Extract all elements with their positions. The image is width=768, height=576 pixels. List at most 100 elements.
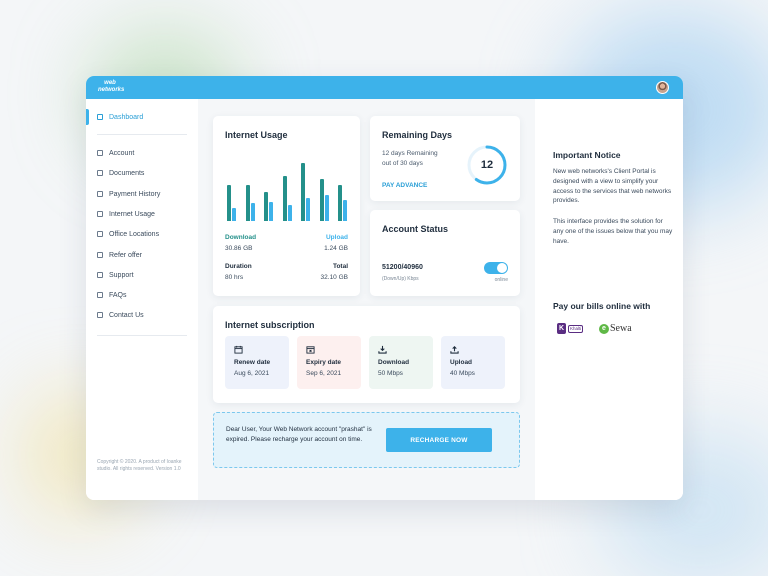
sidebar-item-documents[interactable]: Documents (97, 167, 144, 179)
expiry-date-tile: Expiry date Sep 6, 2021 (297, 336, 361, 389)
upload-icon (450, 346, 459, 354)
remaining-days-card: Remaining Days 12 days Remaining out of … (370, 116, 520, 201)
avatar[interactable] (656, 81, 669, 94)
account-icon (97, 150, 103, 156)
upload-bar (269, 201, 273, 221)
sidebar-item-payment-history[interactable]: Payment History (97, 188, 160, 200)
location-icon (97, 231, 103, 237)
card-title: Remaining Days (382, 130, 453, 140)
download-bar (245, 185, 250, 221)
days-count: 12 (480, 159, 494, 171)
sidebar-item-label: Contact Us (109, 311, 144, 319)
download-bar (301, 162, 305, 221)
refer-icon (97, 252, 103, 258)
esewa-badge: e (599, 323, 609, 334)
logo[interactable]: web networks (98, 80, 124, 95)
divider (97, 335, 187, 336)
tile-value: 40 Mbps (450, 370, 475, 377)
divider (97, 134, 187, 135)
app-window: web networks Dashboard Account Documents… (86, 76, 683, 500)
status-toggle[interactable] (484, 262, 508, 274)
card-title: Internet Usage (225, 130, 288, 140)
renew-date-tile: Renew date Aug 6, 2021 (225, 336, 289, 389)
grid-icon (97, 114, 103, 120)
subscription-card: Internet subscription Renew date Aug 6, … (213, 306, 520, 403)
sidebar-item-label: Documents (109, 169, 145, 177)
sidebar-item-label: Office Locations (109, 230, 160, 238)
speed-value: 51200/40960 (382, 264, 423, 271)
card-title: Internet subscription (225, 320, 315, 330)
internet-usage-card: Internet Usage Download 30.86 GB Upload … (213, 116, 360, 296)
sidebar-item-office-locations[interactable]: Office Locations (97, 228, 159, 240)
account-status-card: Account Status 51200/40960 (Down/Up) Kbp… (370, 210, 520, 296)
download-tile: Download 50 Mbps (369, 336, 433, 389)
sidebar-item-label: Payment History (109, 190, 161, 198)
tile-label: Expiry date (306, 359, 342, 366)
download-bar (338, 185, 342, 221)
sidebar-item-contact-us[interactable]: Contact Us (97, 309, 144, 321)
total-value: 32.10 GB (320, 274, 348, 281)
calendar-icon (234, 345, 243, 354)
upload-bar (343, 200, 347, 221)
remaining-line: 12 days Remaining (382, 150, 438, 157)
support-icon (97, 272, 103, 278)
esewa-wordmark: Sewa (610, 323, 632, 334)
sidebar-item-label: Internet Usage (109, 210, 155, 218)
total-label: Total (332, 263, 348, 270)
download-bar (227, 185, 231, 221)
speed-unit: (Down/Up) Kbps (382, 276, 419, 282)
tile-label: Renew date (234, 359, 271, 366)
upload-label: Upload (325, 234, 348, 241)
upload-bar (287, 204, 292, 221)
pay-advance-link[interactable]: PAY ADVANCE (382, 182, 427, 189)
card-title: Account Status (382, 224, 449, 234)
copyright-text: Copyright © 2020. A product of Ioanke st… (97, 459, 182, 472)
sidebar-item-label: Account (109, 149, 135, 157)
duration-value: 80 hrs (225, 274, 244, 281)
globe-icon (97, 312, 103, 318)
usage-icon (97, 211, 103, 217)
tile-label: Upload (450, 359, 473, 366)
payment-icon (97, 191, 103, 197)
sidebar-item-faqs[interactable]: FAQs (97, 289, 127, 301)
tile-value: Sep 6, 2021 (306, 370, 342, 377)
usage-chart (225, 156, 349, 221)
duration-label: Duration (225, 263, 252, 270)
sidebar-item-dashboard[interactable]: Dashboard (97, 111, 143, 123)
khalti-logo[interactable]: K Khalti (557, 323, 585, 334)
recharge-now-button[interactable]: RECHARGE NOW (386, 428, 492, 452)
calendar-x-icon (306, 346, 315, 354)
upload-tile: Upload 40 Mbps (441, 336, 505, 389)
top-bar: web networks (86, 76, 683, 99)
download-bar (319, 178, 324, 221)
remaining-line: out of 30 days (382, 160, 423, 167)
sidebar-item-support[interactable]: Support (97, 269, 134, 281)
download-icon (378, 345, 387, 354)
upload-bar (306, 198, 310, 221)
upload-bar (324, 195, 329, 221)
remaining-text: 12 days Remaining out of 30 days (382, 149, 452, 169)
payment-title: Pay our bills online with (553, 301, 651, 311)
download-value: 30.86 GB (225, 245, 253, 252)
upload-bar (250, 202, 255, 221)
sidebar-item-internet-usage[interactable]: Internet Usage (97, 208, 155, 220)
sidebar-item-label: Support (109, 271, 134, 279)
info-panel: Important Notice New web networks's Clie… (535, 99, 683, 500)
upload-value: 1.24 GB (324, 245, 348, 252)
download-bar (282, 175, 287, 221)
khalti-badge: K (557, 323, 566, 334)
tile-value: Aug 6, 2021 (234, 370, 270, 377)
upload-bar (232, 208, 236, 221)
sidebar-item-refer-offer[interactable]: Refer offer (97, 249, 142, 261)
document-icon (97, 170, 103, 176)
sidebar-item-account[interactable]: Account (97, 147, 134, 159)
notice-paragraph: New web networks's Client Portal is desi… (553, 168, 672, 205)
faq-icon (97, 292, 103, 298)
main-content: Internet Usage Download 30.86 GB Upload … (198, 99, 535, 500)
online-label: online (494, 277, 508, 283)
khalti-wordmark: Khalti (568, 324, 584, 333)
sidebar-item-label: FAQs (109, 291, 127, 299)
tile-label: Download (378, 359, 410, 366)
sidebar-item-label: Refer offer (109, 251, 142, 259)
esewa-logo[interactable]: e Sewa (599, 323, 632, 334)
